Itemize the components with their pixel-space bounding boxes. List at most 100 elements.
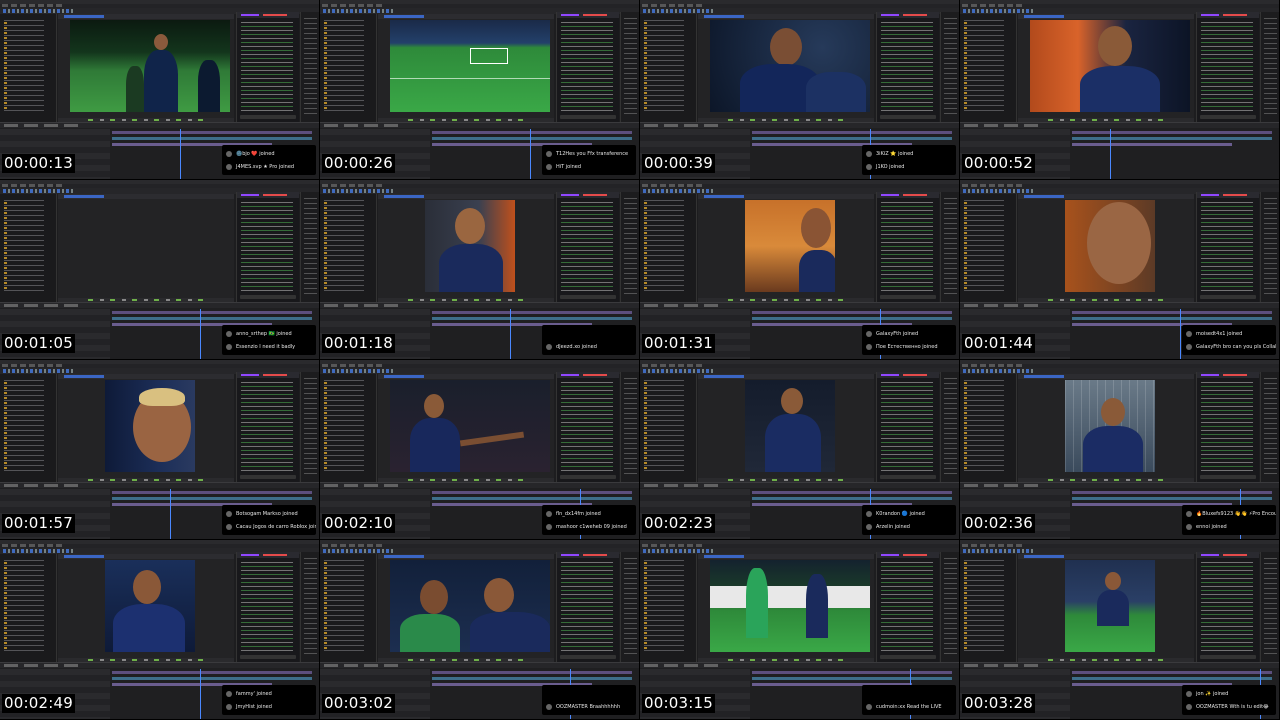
timeline-track [432,317,632,320]
user-avatar [1186,703,1192,710]
timeline-tabs [0,123,319,128]
stream-chat-panel [556,12,619,122]
notification-row: 3iKiZ ⭐ joined [866,148,956,160]
timeline-playhead[interactable] [1180,309,1181,359]
composition-tab [698,194,874,199]
video-timestamp: 00:01:05 [2,334,75,353]
timeline-tabs [960,303,1279,308]
notification-text: 3iKiZ ⭐ joined [876,151,914,157]
chat-input[interactable] [240,655,296,659]
join-notification: OOZMASTER Braahhhhhh [542,685,636,715]
timeline-track [752,131,952,134]
composition-tab [378,374,554,379]
stream-chat-panel [876,12,939,122]
effects-panel [620,192,639,302]
chat-input[interactable] [560,295,616,299]
user-avatar [866,523,872,530]
timeline-playhead[interactable] [530,129,531,179]
stream-chat-panel [556,372,619,482]
project-panel [960,194,1017,302]
timeline-tabs [320,663,639,668]
chat-input[interactable] [560,115,616,119]
timeline-track [432,671,632,674]
thumbnail-grid: 🌚bjo ❤️ joined J4MES.svp ★ Pro joined 00:0… [0,0,1280,720]
timeline-playhead[interactable] [200,669,201,719]
timeline-track [112,671,312,674]
timeline-tabs [640,663,959,668]
notification-row: dJeezd.xo joined [546,341,636,353]
chat-input[interactable] [560,475,616,479]
notification-text: OOZMASTER Wth is tu edit😂 [1196,704,1269,710]
project-panel [320,194,377,302]
timeline-track [432,497,632,500]
notification-text: GalaxyFth joined [876,331,919,337]
chat-header [877,192,939,198]
chat-header [1197,12,1259,18]
timeline-playhead[interactable] [510,309,511,359]
timeline-playhead[interactable] [200,309,201,359]
chat-messages [1201,562,1253,654]
notification-row: Essenzio I need it badly [226,341,316,353]
timeline-tabs [320,303,639,308]
thumbnail-tile: T12Hes you Ffx transference HiT joined 00:… [320,0,640,180]
video-timestamp: 00:01:31 [642,334,715,353]
timeline-track [752,497,952,500]
effects-panel [1260,192,1279,302]
composition-tab [378,14,554,19]
video-frame [390,560,550,652]
composition-tab [58,194,234,199]
chat-input[interactable] [560,655,616,659]
user-avatar [226,150,232,157]
chat-header [877,372,939,378]
effects-panel [1260,12,1279,122]
notification-text: J4MES.svp ★ Pro joined [236,164,295,170]
user-avatar [546,703,552,710]
stream-chat-panel [1196,552,1259,662]
effects-panel [620,372,639,482]
chat-input[interactable] [880,475,936,479]
effects-panel [1260,552,1279,662]
chat-header [237,552,299,558]
video-frame [710,560,870,652]
user-avatar [226,330,232,337]
join-notification: dJeezd.xo joined [542,325,636,355]
stream-chat-panel [1196,12,1259,122]
timeline-track [112,491,312,494]
project-panel [960,554,1017,662]
user-avatar [546,150,552,157]
notification-row: GalaxyFth joined [866,328,956,340]
chat-input[interactable] [240,475,296,479]
timeline-playhead[interactable] [180,129,181,179]
project-panel [640,14,697,122]
user-avatar [546,343,552,350]
join-notification: K0randon 🔵 joined Arzelin joined [862,505,956,535]
chat-input[interactable] [1200,115,1256,119]
timeline-track [1072,311,1272,314]
thumbnail-tile: 00:00:52 [960,0,1280,180]
video-frame [105,560,195,652]
chat-input[interactable] [1200,475,1256,479]
chat-input[interactable] [880,655,936,659]
chat-input[interactable] [1200,655,1256,659]
notification-row: fammy' joined [226,688,316,700]
user-avatar [546,523,552,530]
notification-text: Cacau Jogos de carro Roblox joined [236,524,316,530]
join-notification: Botsogam Markso joined Cacau Jogos de car… [222,505,316,535]
timeline-playhead[interactable] [1110,129,1111,179]
notification-row: T12Hes you Ffx transference [546,148,636,160]
chat-input[interactable] [240,115,296,119]
chat-input[interactable] [1200,295,1256,299]
chat-messages [1201,22,1253,114]
chat-header [237,372,299,378]
notification-row: JmyHist joined [226,701,316,713]
video-frame [425,200,515,292]
user-avatar [226,523,232,530]
chat-input[interactable] [880,295,936,299]
notification-text: mashoor c1weheb 09 joined [556,524,627,530]
chat-messages [561,202,613,294]
video-timestamp: 00:01:18 [322,334,395,353]
chat-input[interactable] [240,295,296,299]
thumbnail-tile: anno_srthep 🇧🇷 joined Essenzio I need it … [0,180,320,360]
timeline-playhead[interactable] [170,489,171,539]
chat-input[interactable] [880,115,936,119]
